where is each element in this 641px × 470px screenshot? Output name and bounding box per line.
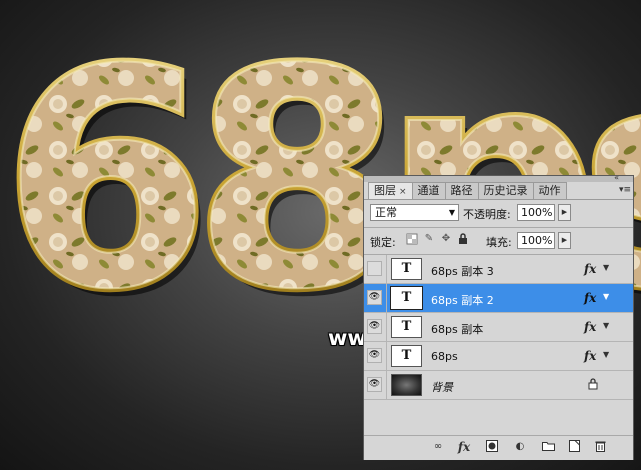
opacity-label: 不透明度: bbox=[463, 208, 511, 221]
tab-label: 历史记录 bbox=[483, 184, 528, 197]
divider bbox=[386, 284, 387, 312]
layer-row-selected[interactable]: 👁 T 68ps 副本 2 fx ▼ bbox=[364, 284, 633, 313]
mask-icon[interactable] bbox=[484, 440, 500, 454]
layers-list: T 68ps 副本 3 fx ▼ 👁 T 68ps 副本 2 fx ▼ 👁 T … bbox=[364, 255, 633, 400]
tab-channels[interactable]: 通道 bbox=[411, 182, 446, 199]
background-layer-thumbnail bbox=[391, 374, 422, 396]
text-layer-thumbnail: T bbox=[391, 258, 422, 280]
layer-name[interactable]: 68ps 副本 3 bbox=[431, 263, 494, 279]
fx-icon[interactable]: fx bbox=[584, 320, 596, 334]
fx-icon[interactable]: fx bbox=[584, 291, 596, 305]
opacity-slider-button[interactable]: ▶ bbox=[558, 204, 571, 221]
text-layer-thumbnail: T bbox=[391, 316, 422, 338]
chevron-down-icon: ▼ bbox=[448, 208, 455, 217]
lock-position-icon[interactable]: ✥ bbox=[440, 233, 452, 245]
lock-pixels-icon[interactable]: ✎ bbox=[423, 233, 435, 245]
fx-icon[interactable]: fx bbox=[584, 262, 596, 276]
tab-label: 图层 bbox=[374, 184, 396, 197]
collapse-icon[interactable]: « bbox=[614, 174, 619, 182]
divider bbox=[364, 227, 633, 228]
layer-name[interactable]: 68ps 副本 2 bbox=[431, 292, 494, 308]
eye-icon[interactable]: 👁 bbox=[367, 377, 382, 392]
layer-name[interactable]: 68ps bbox=[431, 350, 458, 363]
opacity-input[interactable]: 100% bbox=[517, 204, 555, 221]
eye-icon[interactable]: 👁 bbox=[367, 348, 382, 363]
chevron-down-icon[interactable]: ▼ bbox=[603, 321, 609, 330]
layer-row[interactable]: 👁 T 68ps fx ▼ bbox=[364, 342, 633, 371]
tab-layers[interactable]: 图层 × bbox=[368, 182, 413, 200]
layer-row-background[interactable]: 👁 背景 bbox=[364, 371, 633, 400]
panel-menu-icon[interactable]: ▾≡ bbox=[619, 185, 631, 195]
adjustment-icon[interactable]: ◐ bbox=[512, 440, 528, 454]
tab-actions[interactable]: 动作 bbox=[532, 182, 567, 199]
lock-label: 锁定: bbox=[370, 236, 396, 249]
tab-label: 动作 bbox=[538, 184, 561, 197]
fill-input[interactable]: 100% bbox=[517, 232, 555, 249]
tab-history[interactable]: 历史记录 bbox=[477, 182, 534, 199]
tab-paths[interactable]: 路径 bbox=[444, 182, 479, 199]
layer-name[interactable]: 背景 bbox=[431, 379, 453, 395]
trash-icon[interactable] bbox=[592, 440, 608, 454]
eye-icon[interactable]: 👁 bbox=[367, 319, 382, 334]
panel-footer: ∞ fx ◐ bbox=[364, 435, 633, 460]
lock-icon bbox=[588, 378, 598, 390]
divider bbox=[386, 255, 387, 283]
blend-mode-select[interactable]: 正常 ▼ bbox=[370, 204, 459, 221]
link-icon[interactable]: ∞ bbox=[430, 440, 446, 454]
chevron-down-icon[interactable]: ▼ bbox=[603, 263, 609, 272]
eye-icon[interactable]: 👁 bbox=[367, 290, 382, 305]
text-layer-thumbnail: T bbox=[391, 345, 422, 367]
visibility-toggle-off[interactable] bbox=[367, 261, 382, 276]
divider bbox=[386, 342, 387, 370]
chevron-down-icon[interactable]: ▼ bbox=[603, 350, 609, 359]
close-icon[interactable]: × bbox=[399, 187, 407, 197]
text-layer-thumbnail: T bbox=[390, 286, 423, 310]
fill-slider-button[interactable]: ▶ bbox=[558, 232, 571, 249]
layer-row[interactable]: T 68ps 副本 3 fx ▼ bbox=[364, 255, 633, 284]
fill-label: 填充: bbox=[486, 236, 512, 249]
lock-transparent-icon[interactable] bbox=[406, 233, 418, 245]
new-layer-icon[interactable] bbox=[566, 440, 582, 454]
panel-tabs: 图层 × 通道 路径 历史记录 动作 bbox=[368, 182, 567, 200]
tab-divider bbox=[364, 199, 633, 200]
divider bbox=[386, 313, 387, 341]
fx-icon[interactable]: fx bbox=[584, 349, 596, 363]
group-icon[interactable] bbox=[540, 440, 556, 454]
tab-label: 路径 bbox=[450, 184, 473, 197]
chevron-down-icon[interactable]: ▼ bbox=[603, 292, 609, 301]
tab-label: 通道 bbox=[417, 184, 440, 197]
lock-all-icon[interactable] bbox=[457, 233, 469, 245]
layer-name[interactable]: 68ps 副本 bbox=[431, 321, 483, 337]
divider bbox=[386, 371, 387, 399]
layers-panel: « ▾≡ 图层 × 通道 路径 历史记录 动作 正常 ▼ 不透明度: 100% ▶… bbox=[363, 174, 634, 460]
layer-row[interactable]: 👁 T 68ps 副本 fx ▼ bbox=[364, 313, 633, 342]
blend-mode-value: 正常 bbox=[375, 206, 397, 219]
add-style-fx-icon[interactable]: fx bbox=[456, 440, 472, 454]
